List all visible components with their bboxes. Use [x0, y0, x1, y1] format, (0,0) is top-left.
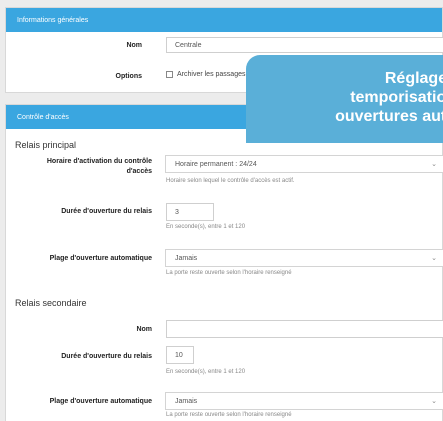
duration-label: Durée d'ouverture du relais	[61, 208, 152, 215]
secondary-duration-label: Durée d'ouverture du relais	[61, 353, 152, 360]
general-info-header: Informations générales	[6, 8, 442, 32]
duration-input[interactable]: 3	[166, 203, 214, 221]
secondary-duration-input[interactable]: 10	[166, 346, 194, 364]
secondary-name-label: Nom	[136, 326, 152, 333]
callout-line-2: temporisation	[350, 89, 443, 106]
activation-select[interactable]: Horaire permanent : 24/24 ⌄	[165, 155, 443, 173]
auto-open-label: Plage d'ouverture automatique	[49, 255, 152, 262]
chevron-down-icon: ⌄	[431, 161, 437, 168]
chevron-down-icon: ⌄	[431, 255, 437, 262]
secondary-auto-open-select[interactable]: Jamais ⌄	[165, 392, 443, 410]
archive-checkbox[interactable]	[166, 71, 173, 78]
chevron-down-icon: ⌄	[431, 398, 437, 405]
auto-open-select[interactable]: Jamais ⌄	[165, 249, 443, 267]
activation-help: Horaire selon lequel le contrôle d'accès…	[166, 178, 295, 184]
archive-label: Archiver les passages	[177, 71, 246, 78]
auto-open-select-value: Jamais	[175, 254, 198, 262]
access-control-title: Contrôle d'accès	[17, 113, 69, 121]
options-label: Options	[115, 73, 142, 80]
name-input[interactable]: Centrale	[166, 37, 443, 53]
name-label: Nom	[126, 42, 142, 49]
name-input-value: Centrale	[175, 41, 202, 49]
secondary-auto-open-help: La porte reste ouverte selon l'horaire r…	[166, 412, 292, 418]
callout-line-1: Réglages	[384, 70, 443, 87]
secondary-name-input[interactable]	[166, 320, 443, 338]
secondary-auto-open-label: Plage d'ouverture automatique	[49, 398, 152, 405]
secondary-auto-open-select-value: Jamais	[175, 397, 198, 405]
auto-open-help: La porte reste ouverte selon l'horaire r…	[166, 270, 292, 276]
archive-option[interactable]: Archiver les passages	[166, 71, 245, 78]
settings-callout: Réglages temporisation ouvertures auto	[246, 55, 443, 143]
activation-label: Horaire d'activation du contrôle d'accès	[46, 158, 152, 175]
secondary-relay-title: Relais secondaire	[15, 298, 87, 308]
access-control-panel: Contrôle d'accès Relais principal Horair…	[5, 104, 443, 421]
activation-select-value: Horaire permanent : 24/24	[175, 160, 257, 168]
duration-help: En seconde(s), entre 1 et 120	[166, 224, 246, 230]
secondary-duration-help: En seconde(s), entre 1 et 120	[166, 369, 246, 375]
callout-line-3: ouvertures auto	[335, 108, 443, 125]
duration-input-value: 3	[175, 208, 179, 216]
main-relay-title: Relais principal	[15, 140, 77, 150]
general-info-title: Informations générales	[17, 16, 89, 24]
secondary-duration-input-value: 10	[175, 351, 183, 359]
